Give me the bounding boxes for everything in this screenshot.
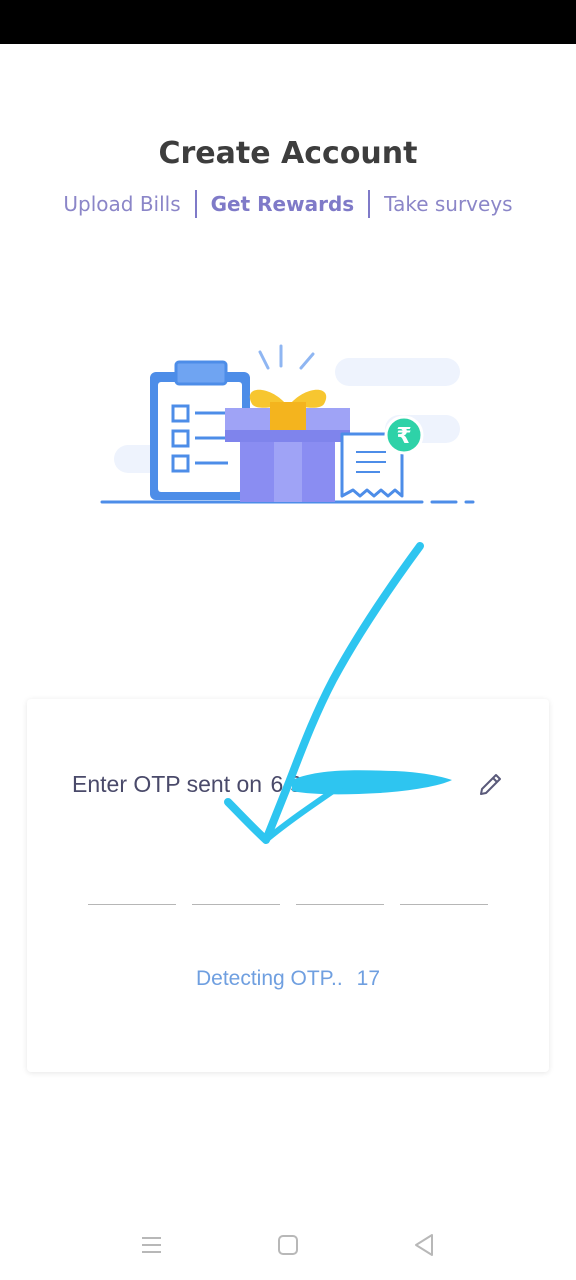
nav-menu-button[interactable] [137, 1230, 167, 1260]
rupee-symbol: ₹ [396, 424, 411, 449]
edit-phone-button[interactable] [476, 767, 506, 797]
otp-digit-3[interactable] [296, 869, 384, 905]
tagline-divider [194, 190, 197, 218]
pencil-icon [480, 774, 501, 795]
back-icon [415, 1234, 433, 1256]
tagline-take-surveys: Take surveys [384, 192, 513, 216]
otp-digit-1[interactable] [88, 869, 176, 905]
otp-card: Enter OTP sent on 6 9921 Detecting OTP..… [27, 699, 549, 1072]
otp-digit-4[interactable] [400, 869, 488, 905]
otp-detecting-status: Detecting OTP.. 17 [27, 967, 549, 991]
otp-label-text: Enter OTP sent on [72, 771, 263, 797]
rewards-illustration: ₹ [100, 344, 475, 504]
tagline: Upload Bills Get Rewards Take surveys [0, 190, 576, 218]
gift-box-icon [225, 344, 350, 502]
nav-back-button[interactable] [409, 1230, 439, 1260]
otp-digit-2[interactable] [192, 869, 280, 905]
status-bar [0, 0, 576, 44]
otp-instruction: Enter OTP sent on 6 9921 [72, 771, 341, 798]
home-icon [278, 1235, 298, 1255]
nav-home-button[interactable] [273, 1230, 303, 1260]
tagline-divider [368, 190, 371, 218]
rupee-coin-icon: ₹ [384, 415, 424, 455]
detecting-text: Detecting OTP.. [195, 967, 343, 990]
tagline-upload-bills: Upload Bills [63, 192, 181, 216]
otp-countdown: 17 [356, 967, 381, 990]
otp-phone-number: 6 9921 [270, 771, 341, 797]
tagline-get-rewards: Get Rewards [210, 192, 355, 216]
menu-icon [142, 1237, 161, 1253]
page-title: Create Account [158, 136, 418, 171]
